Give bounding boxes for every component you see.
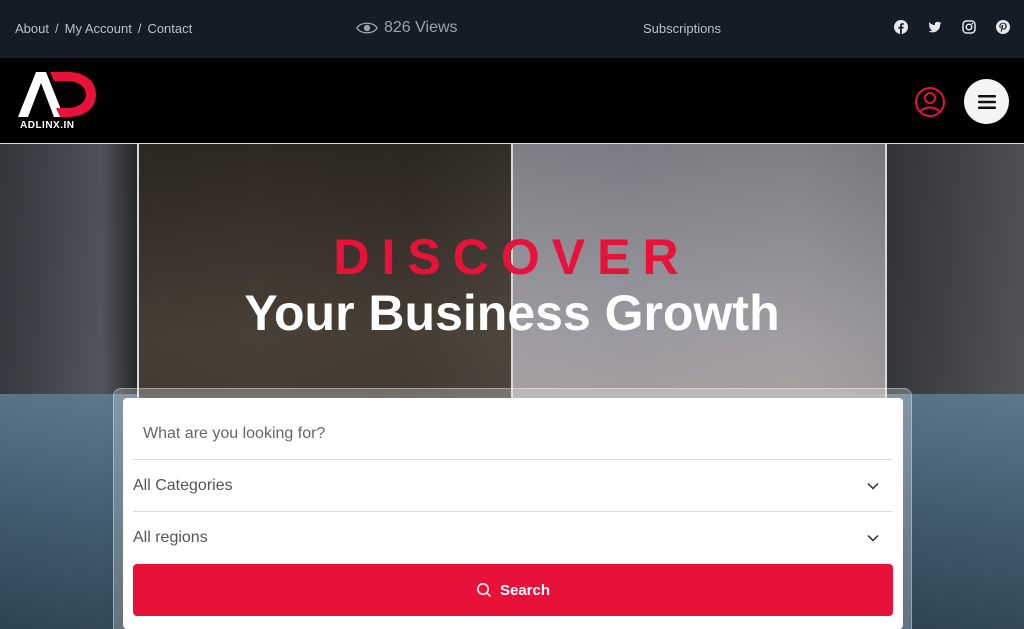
views-text: 826 Views [384,19,458,36]
logo-text: ADLINX.IN [20,120,75,131]
social-links [894,20,1010,34]
top-bar: About / My Account / Contact 826 Views S… [0,0,1024,58]
facebook-icon[interactable] [894,20,908,34]
views-counter: 826 Views [356,19,458,37]
contact-link[interactable]: Contact [147,21,192,36]
my-account-link[interactable]: My Account [65,21,132,36]
category-select-value: All Categories [133,476,233,494]
top-links: About / My Account / Contact [15,21,193,36]
hero-section: DISCOVER Your Business Growth All Catego… [0,144,1024,629]
hamburger-icon [977,94,996,109]
region-select-value: All regions [133,529,208,546]
pinterest-icon[interactable] [996,20,1010,34]
search-panel: All Categories All regions Search [113,388,912,629]
search-input[interactable] [133,424,893,443]
hero-headline-top: DISCOVER [333,229,691,285]
eye-icon [356,22,378,34]
hero-headline-main: Your Business Growth [244,285,780,341]
site-header: ADLINX.IN [0,58,1024,144]
about-link[interactable]: About [15,21,49,36]
brand-logo[interactable]: ADLINX.IN [16,70,98,132]
chevron-down-icon [867,483,879,490]
search-icon [477,583,491,598]
search-form: All Categories All regions Search [123,398,903,629]
twitter-icon[interactable] [928,20,942,34]
category-select[interactable]: All Categories [133,460,893,512]
user-account-icon[interactable] [914,86,946,118]
chevron-down-icon [867,535,879,542]
keyword-field [133,408,893,460]
search-button[interactable]: Search [133,564,893,616]
menu-button[interactable] [964,79,1009,124]
search-button-label: Search [499,581,551,599]
instagram-icon[interactable] [962,20,976,34]
region-select[interactable]: All regions [133,512,893,564]
subscriptions-link[interactable]: Subscriptions [643,21,721,36]
